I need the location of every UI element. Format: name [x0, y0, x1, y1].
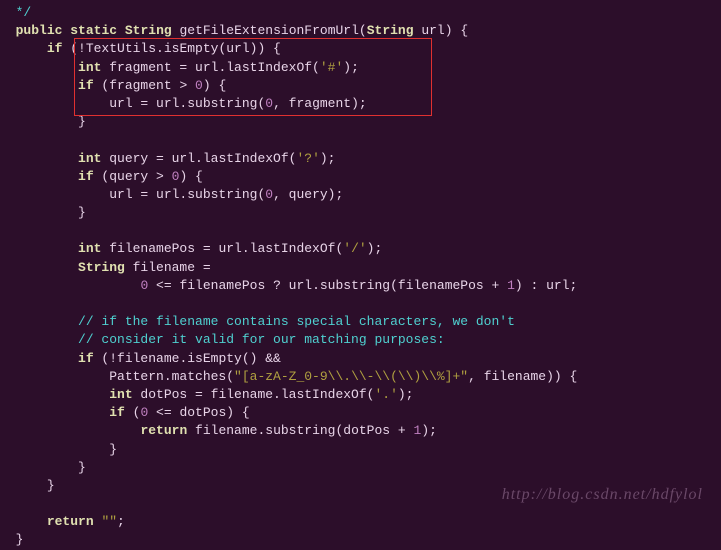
code-line: int query = url.lastIndexOf('?');: [0, 151, 335, 166]
code-line: }: [0, 114, 86, 129]
code-line: Pattern.matches("[a-zA-Z_0-9\\.\\-\\(\\)…: [0, 369, 577, 384]
code-line: }: [0, 205, 86, 220]
code-line: return filename.substring(dotPos + 1);: [0, 423, 437, 438]
code-line: if (!TextUtils.isEmpty(url)) {: [0, 41, 281, 56]
code-line: 0 <= filenamePos ? url.substring(filenam…: [0, 278, 577, 293]
code-line: url = url.substring(0, fragment);: [0, 96, 367, 111]
code-line: public static String getFileExtensionFro…: [0, 23, 468, 38]
code-line: }: [0, 442, 117, 457]
code-line: }: [0, 460, 86, 475]
code-line: int filenamePos = url.lastIndexOf('/');: [0, 241, 382, 256]
code-line: if (!filename.isEmpty() &&: [0, 351, 281, 366]
code-line: return "";: [0, 514, 125, 529]
code-line: url = url.substring(0, query);: [0, 187, 343, 202]
code-line: if (0 <= dotPos) {: [0, 405, 250, 420]
watermark-text: http://blog.csdn.net/hdfylol: [502, 484, 703, 506]
code-line: int dotPos = filename.lastIndexOf('.');: [0, 387, 413, 402]
code-line: // if the filename contains special char…: [0, 314, 515, 329]
code-line: // consider it valid for our matching pu…: [0, 332, 445, 347]
code-line: int fragment = url.lastIndexOf('#');: [0, 60, 359, 75]
code-line: }: [0, 478, 55, 493]
code-line: if (query > 0) {: [0, 169, 203, 184]
code-line: String filename =: [0, 260, 211, 275]
code-block: */ public static String getFileExtension…: [0, 0, 721, 550]
code-line: }: [0, 532, 23, 547]
code-line: if (fragment > 0) {: [0, 78, 226, 93]
code-line: */: [0, 5, 31, 20]
